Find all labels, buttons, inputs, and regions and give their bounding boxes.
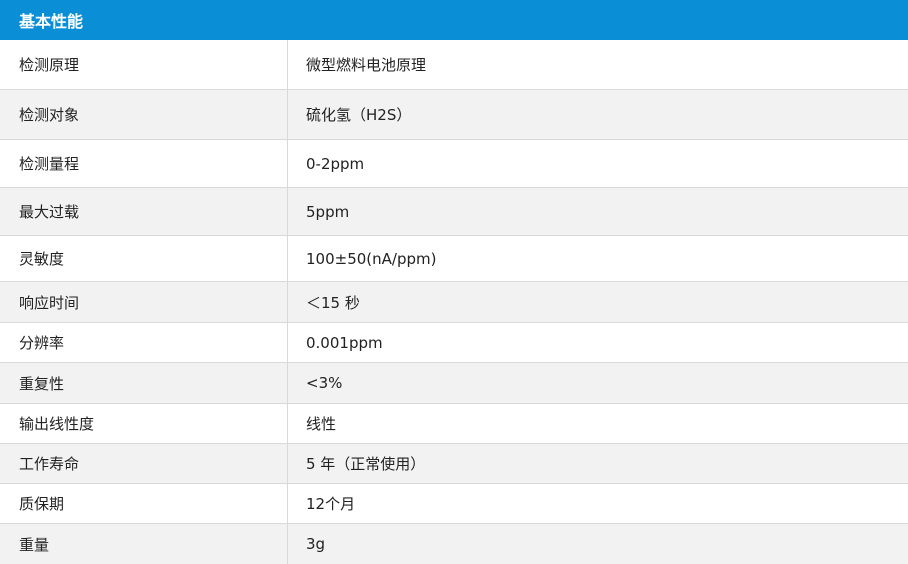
- row-value: ＜15 秒: [306, 293, 360, 312]
- row-label: 质保期: [0, 484, 288, 523]
- table-row: 最大过载 5ppm: [0, 188, 908, 236]
- row-value: 0.001ppm: [306, 333, 383, 352]
- row-label: 检测原理: [0, 40, 288, 89]
- table-row: 输出线性度 线性: [0, 404, 908, 444]
- row-value: 微型燃料电池原理: [306, 56, 427, 74]
- row-label: 重复性: [0, 363, 288, 403]
- table-row: 检测原理 微型燃料电池原理: [0, 40, 908, 90]
- row-value: 12个月: [306, 495, 356, 513]
- row-label: 输出线性度: [0, 404, 288, 443]
- row-label: 灵敏度: [0, 236, 288, 281]
- table-row: 检测量程 0-2ppm: [0, 140, 908, 188]
- row-value: 100±50(nA/ppm): [306, 249, 437, 268]
- row-label: 检测对象: [0, 90, 288, 139]
- table-row: 灵敏度 100±50(nA/ppm): [0, 236, 908, 282]
- table-header: 基本性能: [0, 0, 908, 40]
- row-label: 分辨率: [0, 323, 288, 362]
- table-row: 分辨率 0.001ppm: [0, 323, 908, 363]
- row-value: 线性: [306, 415, 337, 433]
- row-value: 5 年（正常使用）: [306, 455, 426, 473]
- table-title: 基本性能: [19, 12, 84, 31]
- table-row: 检测对象 硫化氢（H2S）: [0, 90, 908, 140]
- spec-table: 基本性能 检测原理 微型燃料电池原理 检测对象 硫化氢（H2S） 检测量程 0-…: [0, 0, 908, 564]
- row-value: 5ppm: [306, 202, 350, 221]
- table-row: 响应时间 ＜15 秒: [0, 282, 908, 323]
- row-label: 工作寿命: [0, 444, 288, 483]
- row-label: 最大过载: [0, 188, 288, 235]
- table-row: 工作寿命 5 年（正常使用）: [0, 444, 908, 484]
- table-row: 质保期 12个月: [0, 484, 908, 524]
- row-value: 0-2ppm: [306, 154, 365, 173]
- row-value: <3%: [306, 374, 343, 392]
- row-label: 检测量程: [0, 140, 288, 187]
- table-row: 重复性 <3%: [0, 363, 908, 404]
- table-row: 重量 3g: [0, 524, 908, 564]
- row-value: 硫化氢（H2S）: [306, 106, 412, 124]
- row-value: 3g: [306, 535, 326, 553]
- row-label: 响应时间: [0, 282, 288, 322]
- row-label: 重量: [0, 524, 288, 564]
